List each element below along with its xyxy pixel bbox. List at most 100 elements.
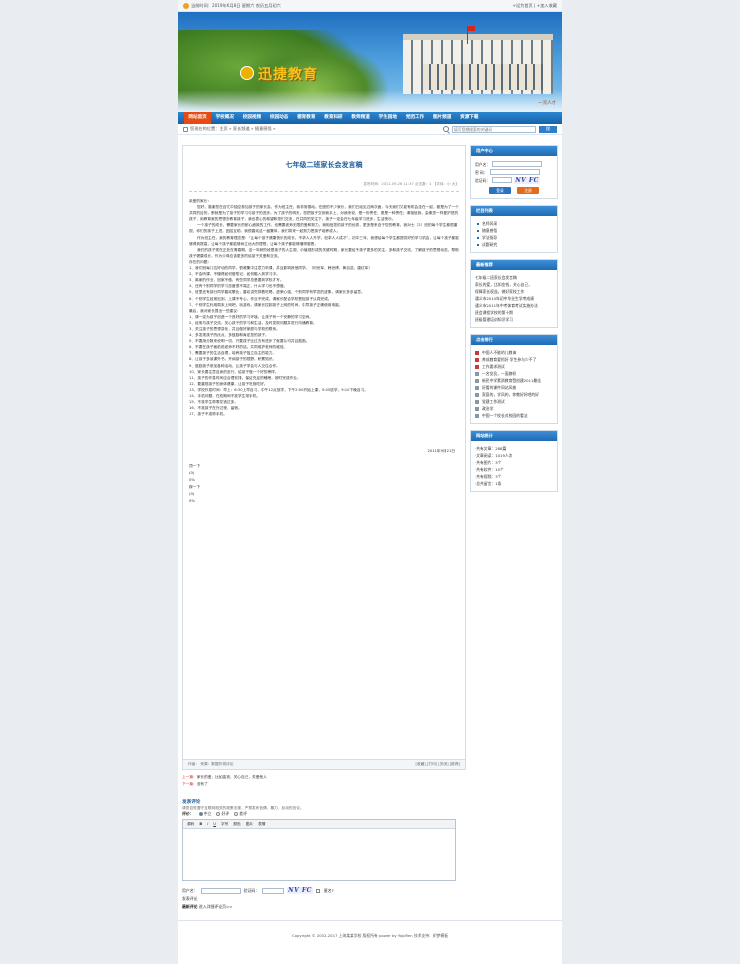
rating-label: 评价：: [182, 811, 194, 816]
underline-button[interactable]: U: [212, 822, 217, 826]
article-source: 作者： 来源：数据外将评论: [188, 762, 234, 766]
site-footer: Copyright © 2002-2017 上海某某学校 版权所有 power …: [178, 920, 562, 939]
school-logo-icon: [240, 66, 254, 80]
next-link[interactable]: 没有了: [197, 782, 208, 786]
hot-item[interactable]: 养成教育要抓好 学生参与少不了: [475, 356, 553, 363]
nav-item-teachers[interactable]: 教师频道: [347, 112, 374, 124]
nav-item-downloads[interactable]: 资源下载: [456, 112, 483, 124]
hot-item[interactable]: 中国人不能的儿教诲: [475, 349, 553, 356]
nav-item-research[interactable]: 教育科研: [320, 112, 347, 124]
rating-good[interactable]: 好评: [216, 811, 229, 817]
columns-panel-title: 栏目列表: [471, 206, 557, 216]
hot-item[interactable]: 政治学: [475, 405, 553, 412]
nav-item-students[interactable]: 学生园地: [374, 112, 401, 124]
nav-item-about[interactable]: 学校概况: [211, 112, 238, 124]
stats-panel-title: 网站统计: [471, 431, 557, 441]
login-captcha-field[interactable]: [492, 177, 513, 183]
nav-item-photos[interactable]: 图片频道: [429, 112, 456, 124]
main-nav: 网站首页 学校概况 校园视频 校园动态 德育教育 教育科研 教师频道 学生园地 …: [178, 112, 562, 124]
flag-icon: [468, 26, 475, 31]
nav-item-news[interactable]: 校园动态: [266, 112, 293, 124]
login-username-field[interactable]: [492, 161, 543, 167]
column-item[interactable]: 试题研究: [475, 241, 553, 248]
recommend-item[interactable]: 通义市2010年初中毕业生学考成绩: [475, 295, 553, 302]
hot-item[interactable]: 工作要求测试: [475, 363, 553, 370]
banner: 迅捷教育 一流人才: [178, 12, 562, 112]
recommend-item[interactable]: 七年级二班家长会发言稿: [475, 274, 553, 281]
column-item[interactable]: 随意感悟: [475, 227, 553, 234]
nav-item-party[interactable]: 党团工作: [401, 112, 428, 124]
hot-item[interactable]: 新民中学素质教育暨创建2011最佳: [475, 377, 553, 384]
latest-comments-link[interactable]: 进入详细评论页>>: [199, 904, 233, 909]
recommend-panel-title: 最新推荐: [471, 260, 557, 270]
article-title: 七年级二班家长会发言稿: [285, 161, 363, 169]
login-password-field[interactable]: [489, 169, 540, 175]
rating-group: 评价： 中立 好评 差评: [182, 811, 466, 817]
nav-item-video[interactable]: 校园视频: [238, 112, 265, 124]
prev-link[interactable]: 家长的爱，比如金钱，关心自己，关爱他人: [197, 775, 267, 779]
italic-button[interactable]: I: [206, 822, 209, 826]
latest-comments-label: 最新评论: [182, 904, 198, 909]
columns-panel: 栏目列表 名师风采 随意感悟 学法指导 试题研究: [470, 205, 558, 253]
rating-neutral[interactable]: 中立: [198, 811, 211, 817]
register-button[interactable]: 注册: [517, 187, 539, 194]
search-input[interactable]: [452, 125, 536, 133]
hot-item[interactable]: 党建工作测试: [475, 398, 553, 405]
font-size-button[interactable]: 字号: [220, 822, 229, 827]
article-paragraph: 作为班主任，我的教育理念是：“让每个孩子健康快乐的成长，不求人人升学，但求人人成…: [189, 235, 459, 246]
source-button[interactable]: 源码: [186, 822, 195, 827]
search-box: 搜: [443, 125, 557, 133]
emoji-button[interactable]: 表情: [257, 822, 266, 827]
article-paragraph: 我们的孩子现在正处在青春期，这一年龄阶段是孩子的人生观、价值观形成的关键时期，家…: [189, 247, 459, 258]
page: 当前时间：2019年6月8日 星期六 农历五月初六 +设为首页 | +加入收藏 …: [178, 0, 562, 964]
column-item[interactable]: 学法指导: [475, 234, 553, 241]
article-footer: 作者： 来源：数据外将评论 [收藏] [打印] [关闭] [推荐]: [183, 759, 465, 769]
submit-comment[interactable]: 发表评论: [182, 896, 466, 902]
captcha-image[interactable]: NV FC: [287, 887, 313, 894]
username-field[interactable]: [200, 887, 241, 894]
stats-panel: 网站统计 ·共有文章：288篇 ·文章阅读：1019人次 ·共有图片：3个 ·共…: [470, 430, 558, 492]
site-logo: 迅捷教育: [258, 67, 318, 83]
login-button[interactable]: 登录: [489, 187, 511, 194]
stat-images: ·共有图片：3个: [475, 460, 502, 465]
image-button[interactable]: 图片: [245, 822, 254, 827]
prev-label: 上一篇：: [182, 775, 197, 779]
hot-list: 中国人不能的儿教诲 养成教育要抓好 学生参与少不了 工作要求测试 一名党员，一面…: [475, 349, 553, 419]
vote-count: (0): [189, 492, 195, 497]
vote-button[interactable]: 顶一下: [189, 463, 459, 470]
hot-item[interactable]: 一名党员，一面旗帜: [475, 370, 553, 377]
main-column: 七年级二班家长会发言稿 发布时间：2011-09-26 11:37 点击数：1 …: [182, 145, 466, 910]
nav-item-moral[interactable]: 德育教育: [293, 112, 320, 124]
article-paragraph: 一个孩子的成长，需要家长的耐心细致的工作，也需要老师无限的爱和努力，我相信您的孩…: [189, 223, 458, 234]
article-actions[interactable]: [收藏] [打印] [关闭] [推荐]: [415, 762, 460, 767]
breadcrumb[interactable]: 您现在的位置：主页 » 家长频道 » 随意感悟 »: [190, 126, 276, 132]
recommend-panel: 最新推荐 七年级二班家长会发言稿 家长的爱，比如金钱，关心自己， 保障家长权益，…: [470, 259, 558, 328]
captcha-field[interactable]: [262, 887, 285, 894]
hot-item[interactable]: 中国一个校长对校园的看法: [475, 412, 553, 419]
hot-item[interactable]: 好看的课件同站风格: [475, 384, 553, 391]
search-button[interactable]: 搜: [539, 125, 557, 133]
vote-button[interactable]: 踩一下: [189, 484, 459, 491]
home-icon: [183, 126, 188, 132]
top-links[interactable]: +设为首页 | +加入收藏: [512, 3, 557, 9]
comment-textarea[interactable]: [183, 829, 455, 881]
recommend-item[interactable]: 保障家长权益，做好家校工作: [475, 288, 553, 295]
login-panel-title: 用户中心: [471, 146, 557, 156]
hot-item[interactable]: 家庭的，学风的，你教好好吧的好: [475, 391, 553, 398]
recommend-item[interactable]: 班会课程学校的第十期: [475, 309, 553, 316]
login-captcha-label: 验证码：: [475, 177, 491, 183]
color-button[interactable]: 颜色: [232, 822, 241, 827]
radio-icon: [234, 812, 239, 816]
nav-item-home[interactable]: 网站首页: [184, 112, 212, 124]
bold-button[interactable]: B: [198, 822, 203, 826]
comment-editor: 源码 B I U 字号 颜色 图片 表情: [182, 819, 456, 881]
article-meta: 发布时间：2011-09-26 11:37 点击数：1 【字体：小 大】: [189, 170, 459, 192]
recommend-item[interactable]: 家长的爱，比如金钱，关心自己，: [475, 281, 553, 288]
recommend-item[interactable]: 班级管理培训知识学习: [475, 316, 553, 323]
anonymous-checkbox[interactable]: [315, 888, 320, 893]
login-captcha-image[interactable]: NV FC: [514, 176, 540, 184]
recommend-item[interactable]: 通义市2011年中考体育考试实施办法: [475, 302, 553, 309]
stat-videos: ·共有视频：3个: [475, 474, 502, 479]
column-item[interactable]: 名师风采: [475, 220, 553, 227]
rating-bad[interactable]: 差评: [234, 811, 247, 817]
